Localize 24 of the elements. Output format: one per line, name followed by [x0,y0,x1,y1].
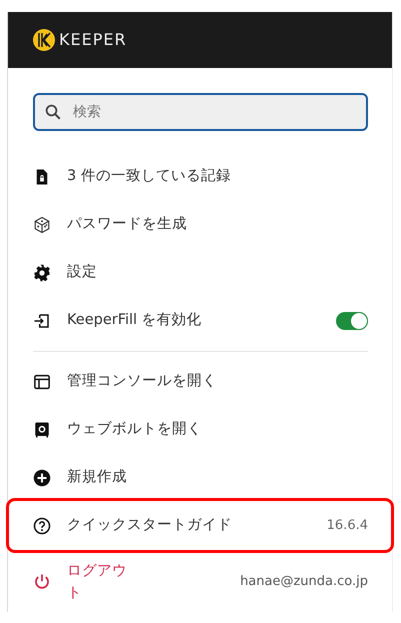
sign-in-icon [33,312,51,330]
menu-link[interactable]: KeeperFill を有効化 [67,310,320,332]
account-email: hanae@zunda.co.jp [240,573,368,592]
menu-link[interactable]: 3 件の一致している記録 [67,166,368,188]
gear-icon [33,264,51,282]
menu-link[interactable]: ウェブボルトを開く [67,419,368,441]
logo-text: KEEPER [59,29,127,51]
logout-link[interactable]: ログアウト [67,560,129,604]
menu-link[interactable]: パスワードを生成 [67,214,368,236]
logo-icon [33,29,55,51]
version-text: 16.6.4 [326,517,368,536]
dice-icon [33,216,51,234]
search-field[interactable]: 検索 [33,93,368,131]
toggle-switch[interactable] [336,312,368,330]
menu-link[interactable]: 新規作成 [67,467,368,489]
menu-link[interactable]: クイックスタートガイド [67,515,311,537]
search-icon [44,103,62,121]
menu-link[interactable]: 管理コンソールを開く [67,371,368,393]
power-icon [33,573,51,591]
window-icon [33,373,51,391]
plus-icon [33,469,51,487]
menu-link[interactable]: 設定 [67,262,368,284]
vault-icon [33,421,51,439]
help-icon [33,517,51,535]
